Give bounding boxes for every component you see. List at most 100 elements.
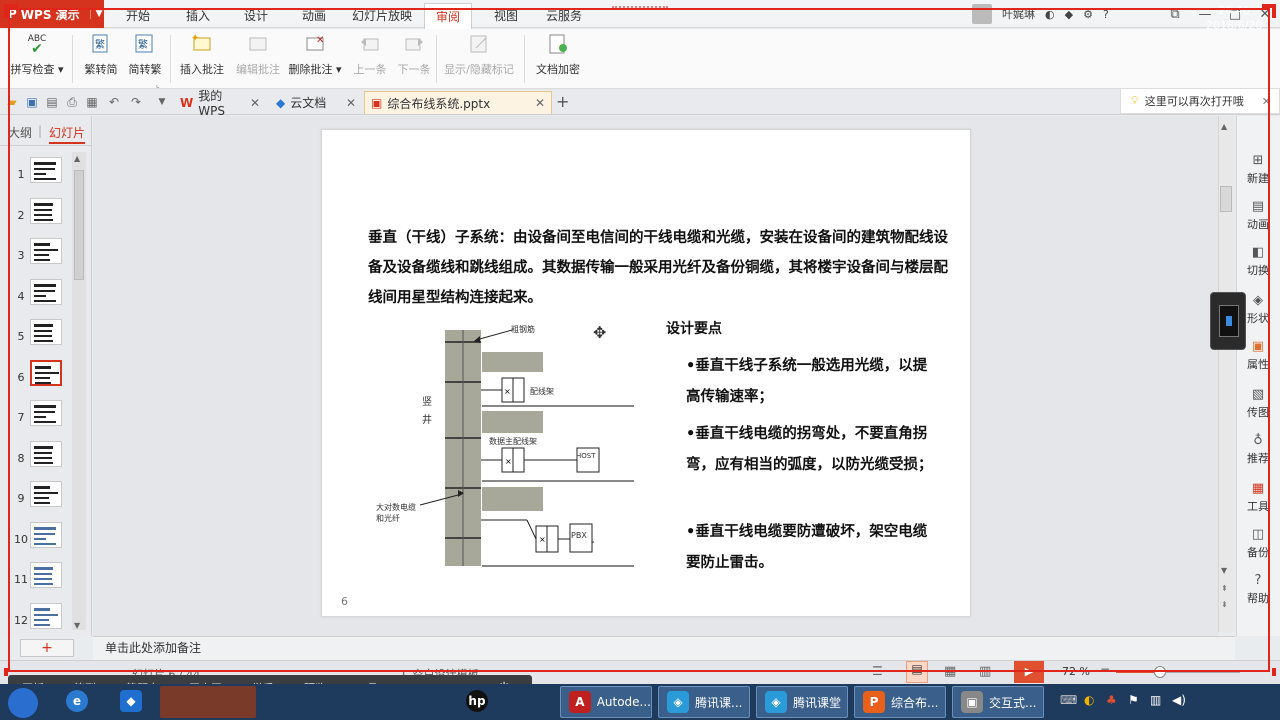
simp-to-trad-button[interactable]: 繁 简转繁 xyxy=(124,32,166,84)
slide-thumbnail-row[interactable]: 7 xyxy=(0,399,72,439)
tools-button[interactable]: ▦ 工具 xyxy=(1236,480,1280,514)
recommend-button[interactable]: ♁ 推荐 xyxy=(1236,432,1280,466)
spellcheck-button[interactable]: ABC ✔ 拼写检查 ▾ xyxy=(6,32,68,84)
notes-pane[interactable]: 单击此处添加备注 xyxy=(93,636,1235,660)
slide-thumbnail[interactable] xyxy=(30,481,62,507)
insert-comment-button[interactable]: ✦ 插入批注 xyxy=(176,32,228,84)
animation-button[interactable]: ▤ 动画 xyxy=(1236,198,1280,232)
save-icon[interactable]: ▣ xyxy=(25,95,39,109)
new-tab-plus-icon[interactable]: + xyxy=(556,92,569,111)
keyboard-icon[interactable]: ⌨ xyxy=(1060,693,1077,707)
tab-cloud-docs[interactable]: ◆ 云文档 ✕ xyxy=(270,91,362,114)
add-slide-button[interactable]: + xyxy=(20,639,74,657)
prev-page-icon[interactable]: ⇞ xyxy=(1221,584,1228,594)
drag-handle[interactable] xyxy=(612,0,668,8)
slide-thumbnail-row[interactable]: 4 xyxy=(0,278,72,318)
taskbar-folder[interactable] xyxy=(360,686,456,718)
next-page-icon[interactable]: ⇟ xyxy=(1221,600,1228,609)
bullet-3[interactable]: •垂直干线电缆要防遭破坏，架空电缆要防止雷击。 xyxy=(686,516,936,578)
scroll-down-icon[interactable]: ▼ xyxy=(74,621,80,630)
slide-thumbnail[interactable] xyxy=(30,400,62,426)
slide-thumbnail[interactable] xyxy=(30,359,62,386)
help-button[interactable]: ? 帮助 xyxy=(1236,572,1280,606)
outline-tab[interactable]: 大纲 xyxy=(8,124,32,141)
slide-thumbnail-row[interactable]: 6 xyxy=(0,359,72,399)
close-tab-icon[interactable]: ✕ xyxy=(250,96,260,110)
slide-thumbnail[interactable] xyxy=(30,440,62,467)
edit-comment-button[interactable]: 编辑批注 xyxy=(232,32,284,84)
slide-thumbnail-row[interactable]: 8 xyxy=(0,440,72,480)
hp-icon[interactable]: hp xyxy=(466,690,488,712)
slide-thumbnail-row[interactable]: 5 xyxy=(0,318,72,358)
export-pdf-icon[interactable]: ▤ xyxy=(45,95,59,109)
slide-thumbnail[interactable] xyxy=(30,157,62,183)
slide-thumbnail-row[interactable]: 2 xyxy=(0,197,72,237)
slide-thumbnail[interactable] xyxy=(30,238,62,264)
flag-icon[interactable]: ⚑ xyxy=(1128,693,1139,707)
slide-6[interactable]: 垂直（干线）子系统：由设备间至电信间的干线电缆和光缆，安装在设备间的建筑物配线设… xyxy=(321,129,971,617)
taskbar-tencent-2[interactable]: ◈ 腾讯课堂 xyxy=(756,686,848,718)
backup-button[interactable]: ◫ 备份 xyxy=(1236,526,1280,560)
tray-icon[interactable]: ♣ xyxy=(1106,693,1117,707)
slide-thumbnail-row[interactable]: 3 xyxy=(0,237,72,277)
print-icon[interactable]: ⎙ xyxy=(65,95,79,109)
taskbar-autodesk[interactable]: A Autode... xyxy=(560,686,652,718)
scroll-down-icon[interactable]: ▼ xyxy=(1221,566,1227,575)
prev-comment-button[interactable]: 上一条 xyxy=(350,32,390,84)
menu-review[interactable]: 审阅 xyxy=(424,3,472,29)
show-hide-markup-button[interactable]: 显示/隐藏标记 xyxy=(440,32,518,84)
slide-thumbnail-row[interactable]: 9 xyxy=(0,480,72,520)
slide-thumbnail[interactable] xyxy=(30,602,62,629)
new-button[interactable]: ⊞ 新建 xyxy=(1236,152,1280,186)
undo-icon[interactable]: ↶ xyxy=(107,95,121,109)
slide-thumbnail[interactable] xyxy=(30,319,62,345)
close-tab-icon[interactable]: ✕ xyxy=(346,96,356,110)
ie-icon[interactable]: e xyxy=(66,690,88,712)
tab-current-document[interactable]: ▣ 综合布线系统.pptx ✕ xyxy=(364,91,552,114)
avatar[interactable] xyxy=(972,4,992,24)
canvas-scroll-thumb[interactable] xyxy=(1220,186,1232,212)
next-comment-button[interactable]: 下一条 xyxy=(394,32,434,84)
slide-thumbnail[interactable] xyxy=(30,562,62,588)
print-preview-icon[interactable]: ▦ xyxy=(85,95,99,109)
delete-comment-button[interactable]: ✕ 删除批注 ▾ xyxy=(286,32,344,84)
phone-widget[interactable] xyxy=(1210,292,1246,350)
redo-icon[interactable]: ↷ xyxy=(129,95,143,109)
tab-my-wps[interactable]: W 我的WPS ✕ xyxy=(174,89,266,118)
slide-thumbnail[interactable] xyxy=(30,278,62,305)
taskbar-interactive[interactable]: ▣ 交互式... xyxy=(952,686,1044,718)
slide-thumbnail[interactable] xyxy=(30,521,62,548)
play-slideshow-button[interactable]: ▶ xyxy=(1014,661,1044,683)
volume-icon[interactable]: ◀) xyxy=(1172,693,1186,707)
encrypt-document-button[interactable]: 文档加密 xyxy=(532,32,584,84)
upload-image-button[interactable]: ▧ 传图 xyxy=(1236,386,1280,420)
start-button[interactable] xyxy=(8,688,38,718)
scroll-up-icon[interactable]: ▲ xyxy=(1221,122,1227,131)
design-points-title[interactable]: 设计要点 xyxy=(666,318,722,338)
slide-thumbnail-row[interactable]: 11 xyxy=(0,561,72,601)
tray-icon[interactable]: ◐ xyxy=(1084,693,1094,707)
slide-thumbnail-row[interactable]: 1 xyxy=(0,156,72,196)
slides-tab[interactable]: 幻灯片 xyxy=(49,124,86,144)
ribbon-launcher-icon[interactable]: ⌞ xyxy=(156,80,160,89)
zoom-slider-knob[interactable] xyxy=(1154,666,1166,678)
slide-paragraph[interactable]: 垂直（干线）子系统：由设备间至电信间的干线电缆和光缆，安装在设备间的建筑物配线设… xyxy=(368,223,948,313)
slide-thumbnail-row[interactable]: 10 xyxy=(0,521,72,561)
taskbar-video-app[interactable] xyxy=(160,686,256,718)
taskbar-wps[interactable]: P 综合布... xyxy=(854,686,946,718)
transition-button[interactable]: ◧ 切换 xyxy=(1236,244,1280,278)
taskbar-tencent-1[interactable]: ◈ 腾讯课... xyxy=(658,686,750,718)
taskbar-explorer[interactable] xyxy=(260,686,356,718)
trad-to-simp-button[interactable]: 繁 繁转简 xyxy=(80,32,122,84)
customize-dropdown-icon[interactable]: ▼ xyxy=(155,95,169,109)
close-tab-icon[interactable]: ✕ xyxy=(535,96,545,110)
thumbnail-scroll-thumb[interactable] xyxy=(74,170,84,280)
scroll-up-icon[interactable]: ▲ xyxy=(74,154,80,163)
zoom-out-icon[interactable]: − xyxy=(1100,662,1110,676)
app-icon[interactable]: ◆ xyxy=(120,690,142,712)
bullet-1[interactable]: •垂直干线子系统一般选用光缆，以提高传输速率； xyxy=(686,350,936,412)
reopen-tip[interactable]: 💡︎ 这里可以再次打开哦 ✕ xyxy=(1120,88,1280,114)
slide-thumbnail-row[interactable]: 12 xyxy=(0,602,72,642)
slide-thumbnail[interactable] xyxy=(30,197,62,224)
network-icon[interactable]: ▥ xyxy=(1150,693,1161,707)
